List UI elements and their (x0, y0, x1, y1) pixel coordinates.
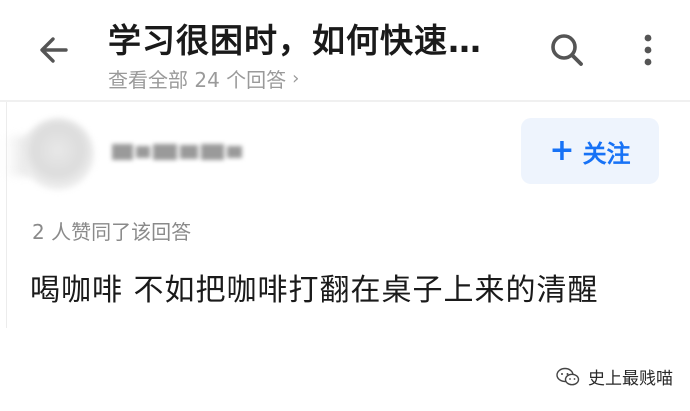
page-title[interactable]: 学习很困时，如何快速… (108, 14, 528, 62)
search-icon (551, 34, 583, 66)
view-all-answers-label: 查看全部 24 个回答 (108, 68, 287, 92)
arrow-left-icon (40, 37, 68, 63)
search-button[interactable] (543, 26, 591, 74)
watermark: 史上最贱喵 (556, 364, 673, 389)
wechat-icon (556, 367, 580, 385)
more-vertical-icon (644, 34, 652, 66)
top-app-bar: 学习很困时，如何快速… 查看全部 24 个回答 › (0, 0, 690, 100)
follow-label: 关注 (582, 139, 631, 168)
chevron-right-icon: › (292, 68, 300, 89)
back-button[interactable] (30, 28, 78, 72)
author-name-blurred[interactable] (112, 138, 242, 166)
more-options-button[interactable] (628, 26, 668, 74)
plus-icon: + (549, 133, 575, 168)
likes-count: 2 人赞同了该回答 (32, 220, 192, 244)
view-all-answers-link[interactable]: 查看全部 24 个回答 › (108, 64, 299, 93)
answer-content[interactable]: 喝咖啡 不如把咖啡打翻在桌子上来的清醒 (30, 266, 642, 316)
header-divider (0, 100, 690, 102)
author-avatar[interactable] (22, 118, 94, 190)
watermark-text: 史上最贱喵 (588, 369, 673, 389)
follow-button[interactable]: + 关注 (521, 118, 659, 184)
